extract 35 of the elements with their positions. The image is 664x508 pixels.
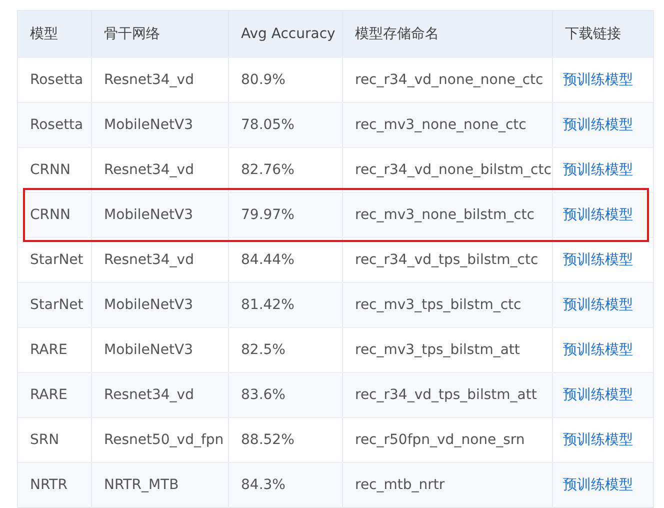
download-link[interactable]: 预训练模型	[563, 386, 633, 404]
table-cell: 78.05%	[229, 103, 343, 147]
column-header: 模型	[18, 11, 92, 57]
table-cell: rec_mv3_none_bilstm_ctc	[343, 193, 553, 237]
table-cell: rec_r34_vd_tps_bilstm_att	[343, 373, 553, 417]
column-header: 骨干网络	[92, 11, 229, 57]
download-link[interactable]: 预训练模型	[563, 116, 633, 134]
download-link[interactable]: 预训练模型	[563, 161, 633, 179]
table-cell: MobileNetV3	[92, 103, 229, 147]
download-link[interactable]: 预训练模型	[563, 431, 633, 449]
table-cell: CRNN	[18, 193, 92, 237]
table-cell: 84.3%	[229, 463, 343, 507]
table-cell: Rosetta	[18, 103, 92, 147]
table-cell: MobileNetV3	[92, 283, 229, 327]
table-cell: 79.97%	[229, 193, 343, 237]
download-link[interactable]: 预训练模型	[563, 71, 633, 89]
table-cell: NRTR_MTB	[92, 463, 229, 507]
table-cell: StarNet	[18, 283, 92, 327]
download-link[interactable]: 预训练模型	[563, 476, 633, 494]
table-cell: 81.42%	[229, 283, 343, 327]
table-cell: MobileNetV3	[92, 193, 229, 237]
table-cell: RARE	[18, 373, 92, 417]
table-cell: rec_mv3_none_none_ctc	[343, 103, 553, 147]
column-header: Avg Accuracy	[229, 11, 343, 57]
table-cell: NRTR	[18, 463, 92, 507]
column-header: 下载链接	[564, 25, 622, 44]
table-cell: 83.6%	[229, 373, 343, 417]
download-link[interactable]: 预训练模型	[563, 341, 633, 359]
download-link[interactable]: 预训练模型	[563, 251, 633, 269]
table-cell: rec_mv3_tps_bilstm_ctc	[343, 283, 553, 327]
download-link[interactable]: 预训练模型	[563, 296, 633, 314]
table-cell: Resnet34_vd	[92, 373, 229, 417]
table-cell: rec_mtb_nrtr	[343, 463, 553, 507]
download-link[interactable]: 预训练模型	[563, 206, 633, 224]
column-header: 模型存储命名	[343, 11, 553, 57]
